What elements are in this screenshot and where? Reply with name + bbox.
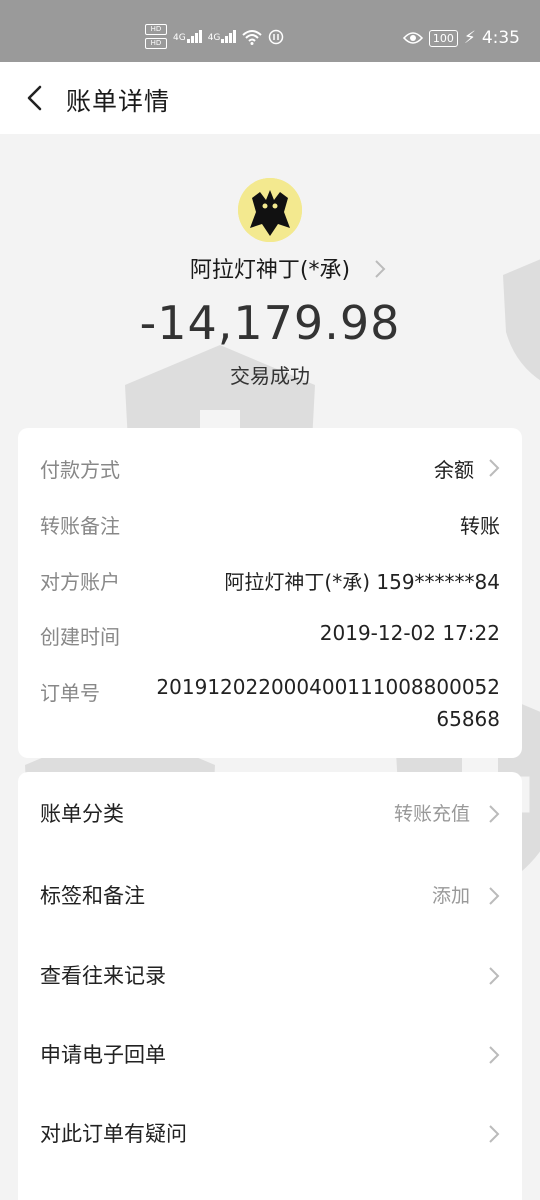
signal1-icon: 4G xyxy=(173,30,202,43)
item-label: 对此订单有疑问 xyxy=(40,1122,187,1146)
nav-bar: 账单详情 xyxy=(0,62,540,134)
item-value: 添加 xyxy=(431,885,470,907)
network-type-1: 4G xyxy=(173,33,186,43)
transaction-amount: -14,179.98 xyxy=(139,296,401,350)
chevron-right-icon xyxy=(489,1046,500,1064)
chevron-right-icon xyxy=(489,805,500,823)
e-receipt-item[interactable]: 申请电子回单 xyxy=(40,1023,500,1083)
row-label: 创建时间 xyxy=(40,625,120,649)
row-label: 对方账户 xyxy=(40,570,120,594)
chevron-right-icon[interactable] xyxy=(372,258,388,280)
item-label: 账单分类 xyxy=(40,802,124,826)
signal2-icon: 4G xyxy=(208,30,237,43)
chevron-right-icon xyxy=(489,459,500,477)
row-value: 201912022000400111008800052 65868 xyxy=(156,675,500,731)
item-label: 标签和备注 xyxy=(40,884,145,908)
nfc-icon xyxy=(269,29,284,44)
item-label: 查看往来记录 xyxy=(40,964,166,988)
sim2-icon: HD xyxy=(145,38,167,49)
order-question-item[interactable]: 对此订单有疑问 xyxy=(40,1102,500,1162)
actions-card: 账单分类 转账充值 标签和备注 添加 查看往来记录 申请电子回单 对此订单有疑问 xyxy=(18,772,522,1200)
chevron-right-icon xyxy=(489,887,500,905)
sim1-icon: HD xyxy=(145,24,167,35)
charging-icon: ⚡ xyxy=(463,28,476,48)
chevron-right-icon xyxy=(489,1125,500,1143)
transfer-note-row: 转账备注 转账 xyxy=(40,504,500,540)
tags-notes-item[interactable]: 标签和备注 添加 xyxy=(40,864,500,924)
transaction-status: 交易成功 xyxy=(230,364,310,388)
page-title: 账单详情 xyxy=(66,87,171,116)
order-number-row: 订单号 201912022000400111008800052 65868 xyxy=(40,671,500,731)
wifi-icon xyxy=(242,29,263,45)
counterparty-account-row: 对方账户 阿拉灯神丁(*承) 159******84 xyxy=(40,560,500,596)
item-label: 申请电子回单 xyxy=(40,1043,166,1067)
status-bar: HD HD 4G 4G 100 ⚡ 4:35 xyxy=(0,0,540,62)
row-label: 转账备注 xyxy=(40,514,120,538)
bill-category-item[interactable]: 账单分类 转账充值 xyxy=(40,782,500,842)
back-arrow-icon[interactable] xyxy=(22,84,50,112)
row-label: 付款方式 xyxy=(40,458,120,482)
row-value: 余额 xyxy=(434,458,474,482)
payment-method-row[interactable]: 付款方式 余额 xyxy=(40,448,500,484)
battery-icon: 100 xyxy=(428,29,458,47)
transaction-details-card: 付款方式 余额 转账备注 转账 对方账户 阿拉灯神丁(*承) 159******… xyxy=(18,428,522,758)
network-type-2: 4G xyxy=(207,33,221,43)
chevron-right-icon xyxy=(489,967,500,985)
created-time-row: 创建时间 2019-12-02 17:22 xyxy=(40,615,500,651)
sim-icons: HD HD xyxy=(145,24,167,49)
item-value: 转账充值 xyxy=(393,803,470,825)
payee-name[interactable]: 阿拉灯神丁(*承) xyxy=(0,252,540,284)
row-value: 阿拉灯神丁(*承) 159******84 xyxy=(224,570,500,594)
row-value: 转账 xyxy=(460,514,500,538)
row-value: 2019-12-02 17:22 xyxy=(319,621,500,645)
eye-icon xyxy=(402,32,423,44)
row-label: 订单号 xyxy=(40,681,100,705)
clock: 4:35 xyxy=(481,28,520,48)
avatar[interactable] xyxy=(238,178,302,242)
genie-avatar-icon xyxy=(238,178,302,242)
view-history-item[interactable]: 查看往来记录 xyxy=(40,944,500,1004)
